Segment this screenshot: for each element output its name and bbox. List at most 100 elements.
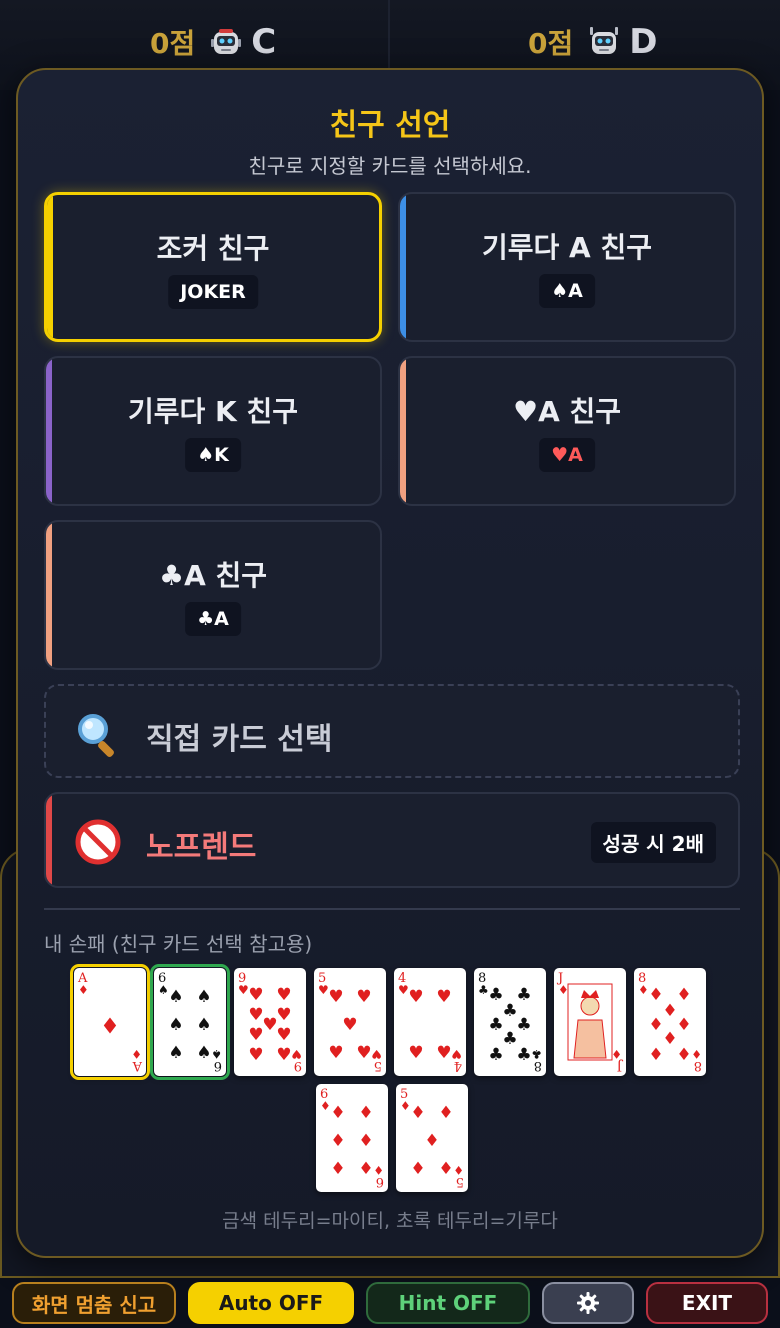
no-friend-accent [46, 794, 52, 886]
card-pip: ♦ [676, 1015, 691, 1035]
card-pip: ♥ [276, 985, 291, 1005]
option-label: 기루다 A 친구 [482, 231, 652, 264]
option-trump-ace-friend[interactable]: 기루다 A 친구 ♠A [398, 192, 736, 342]
card-pip: ♠ [168, 1043, 183, 1063]
settings-button[interactable] [542, 1282, 634, 1324]
hand-card[interactable]: A ♦ A ♦ ♦ [70, 964, 150, 1080]
exit-button[interactable]: EXIT [646, 1282, 768, 1324]
double-score-badge: 성공 시 2배 [590, 822, 716, 863]
card-face: 6♠6♠♠ ♠♠ ♠♠ ♠ [158, 971, 222, 1073]
option-club-ace-friend[interactable]: ♣A 친구 ♣A [44, 520, 382, 670]
card-pip: ♦ [648, 1045, 663, 1065]
card-pip: ♦ [330, 1103, 345, 1123]
option-trump-king-friend[interactable]: 기루다 K 친구 ♠K [44, 356, 382, 506]
option-card-chip: JOKER [168, 275, 258, 309]
card-pip: ♦ [410, 1103, 425, 1123]
card-pip: ♦ [662, 1029, 677, 1049]
card-suit: ♥ [238, 983, 249, 997]
player-name: D [629, 22, 658, 62]
card-suit: ♦ [638, 983, 649, 997]
hand-card[interactable]: 6 ♠ 6 ♠ ♠ ♠ ♠ ♠ ♠ ♠ [150, 964, 230, 1080]
card-suit: ♦ [453, 1163, 464, 1177]
hand-card[interactable]: 8 ♦ 8 ♦ ♦ ♦ ♦ ♦ ♦ ♦ ♦ ♦ [634, 968, 706, 1076]
card-pip: ♦ [676, 985, 691, 1005]
card-pip: ♦ [100, 1015, 120, 1040]
card-pip: ♦ [662, 1001, 677, 1021]
option-card-chip: ♣A [185, 602, 241, 636]
card-pip: ♥ [408, 987, 423, 1007]
card-pip: ♣ [516, 1015, 531, 1035]
auto-toggle-button[interactable]: Auto OFF [188, 1282, 354, 1324]
hand-card[interactable]: 5 ♥ 5 ♥ ♥ ♥ ♥ ♥ ♥ [314, 968, 386, 1076]
card-pip: ♥ [436, 1043, 451, 1063]
card-suit: ♦ [131, 1047, 142, 1061]
card-pip: ♣ [502, 1001, 517, 1021]
option-label: ♥A 친구 [512, 395, 622, 428]
card-suit: ♥ [371, 1047, 382, 1061]
card-suit: ♥ [291, 1047, 302, 1061]
option-label: 조커 친구 [156, 232, 270, 265]
hand-card[interactable]: 6 ♦ 6 ♦ ♦ ♦ ♦ ♦ ♦ ♦ [316, 1084, 388, 1192]
card-pip: ♣ [488, 1015, 503, 1035]
option-label: ♣A 친구 [158, 559, 268, 592]
option-accent [400, 194, 406, 340]
option-accent [46, 522, 52, 668]
card-face: 8♦8♦♦ ♦♦♦ ♦♦♦ ♦ [638, 971, 702, 1073]
player-d: 0점 D [528, 20, 657, 64]
direct-card-select-button[interactable]: 직접 카드 선택 [44, 684, 740, 778]
hint-toggle-button[interactable]: Hint OFF [366, 1282, 530, 1324]
option-heart-ace-friend[interactable]: ♥A 친구 ♥A [398, 356, 736, 506]
card-suit: ♠ [211, 1047, 222, 1061]
card-pip: ♥ [262, 1015, 277, 1035]
card-suit: ♣ [531, 1047, 542, 1061]
card-pip: ♦ [358, 1103, 373, 1123]
card-suit: ♥ [318, 983, 329, 997]
magnifier-icon [78, 714, 114, 757]
hand-card[interactable]: 5 ♦ 5 ♦ ♦ ♦ ♦ ♦ ♦ [396, 1084, 468, 1192]
card-face: 4♥4♥♥ ♥♥ ♥ [398, 971, 462, 1073]
card-pip: ♥ [342, 1015, 357, 1035]
card-pip: ♣ [516, 985, 531, 1005]
card-face: 8♣8♣♣ ♣♣♣ ♣♣♣ ♣ [478, 971, 542, 1073]
card-pip: ♥ [248, 1045, 263, 1065]
card-pip: ♣ [516, 1045, 531, 1065]
card-pip: ♣ [488, 985, 503, 1005]
card-suit: ♠ [158, 983, 169, 997]
card-pip: ♥ [436, 987, 451, 1007]
card-suit: ♦ [78, 983, 89, 997]
card-suit: ♥ [451, 1047, 462, 1061]
direct-card-select-label: 직접 카드 선택 [146, 722, 333, 757]
card-face: 6♦6♦♦ ♦♦ ♦♦ ♦ [320, 1087, 384, 1189]
option-joker-friend[interactable]: 조커 친구 JOKER [44, 192, 382, 342]
card-pip: ♦ [410, 1159, 425, 1179]
card-pip: ♦ [676, 1045, 691, 1065]
card-pip: ♦ [330, 1159, 345, 1179]
card-pip: ♠ [196, 1043, 211, 1063]
option-accent [46, 358, 52, 504]
hand-card[interactable]: J ♦ J ♦ [554, 968, 626, 1076]
hand-card[interactable]: 9 ♥ 9 ♥ ♥ ♥ ♥ ♥ ♥ ♥ ♥ ♥ ♥ [234, 968, 306, 1076]
card-pip: ♠ [168, 987, 183, 1007]
option-card-chip: ♠A [539, 274, 595, 308]
card-pip: ♠ [168, 1015, 183, 1035]
card-face: 5♥5♥♥ ♥♥♥ ♥ [318, 971, 382, 1073]
card-pip: ♠ [196, 1015, 211, 1035]
card-pip: ♦ [358, 1131, 373, 1151]
hand-card[interactable]: 4 ♥ 4 ♥ ♥ ♥ ♥ ♥ [394, 968, 466, 1076]
card-pip: ♦ [648, 985, 663, 1005]
card-suit: ♦ [611, 1047, 622, 1061]
gear-icon [577, 1292, 599, 1314]
hand-card[interactable]: 8 ♣ 8 ♣ ♣ ♣ ♣ ♣ ♣ ♣ ♣ ♣ [474, 968, 546, 1076]
card-face: 9♥9♥♥ ♥♥ ♥♥♥ ♥♥ ♥ [238, 971, 302, 1073]
player-c: 0점 C [150, 20, 276, 64]
card-suit: ♦ [320, 1099, 331, 1113]
option-card-chip: ♥A [539, 438, 595, 472]
no-friend-button[interactable]: 노프렌드 성공 시 2배 [44, 792, 740, 888]
card-suit: ♦ [373, 1163, 384, 1177]
robot-icon [211, 29, 242, 54]
report-freeze-button[interactable]: 화면 멈춤 신고 [12, 1282, 176, 1324]
card-pip: ♥ [408, 1043, 423, 1063]
option-accent [400, 358, 406, 504]
divider [44, 908, 740, 910]
card-pip: ♠ [196, 987, 211, 1007]
